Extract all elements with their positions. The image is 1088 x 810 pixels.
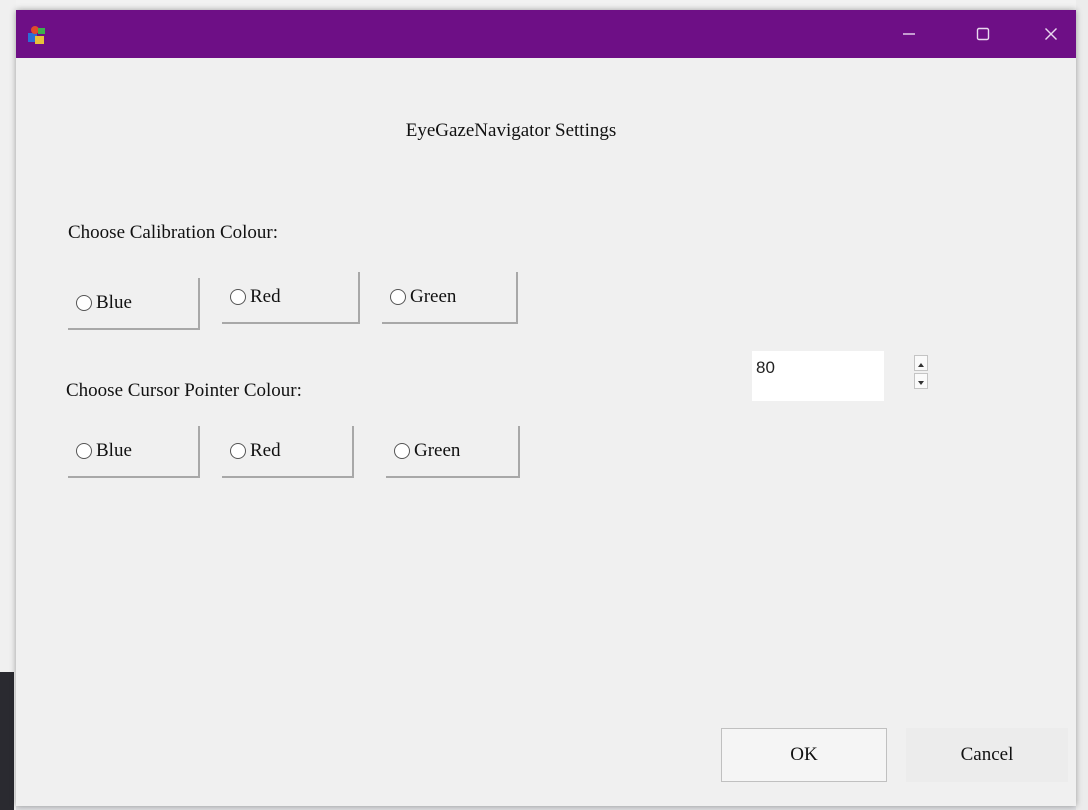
minimize-button[interactable] — [878, 10, 940, 58]
cursor-colour-label: Choose Cursor Pointer Colour: — [66, 380, 302, 401]
dialog-heading: EyeGazeNavigator Settings — [405, 120, 617, 141]
radio-circle-icon — [230, 443, 246, 459]
cursor-blue-radio[interactable]: Blue — [68, 426, 200, 478]
cursor-green-radio[interactable]: Green — [386, 426, 520, 478]
radio-label: Blue — [96, 440, 132, 461]
radio-label: Green — [410, 286, 457, 307]
background-window-edge-right — [1076, 0, 1088, 810]
spin-up-arrow-icon — [918, 354, 924, 372]
radio-circle-icon — [76, 443, 92, 459]
calibration-red-radio[interactable]: Red — [222, 272, 360, 324]
radio-circle-icon — [76, 295, 92, 311]
spinner-down-button[interactable] — [914, 373, 928, 389]
close-button[interactable] — [1020, 10, 1082, 58]
spin-down-arrow-icon — [918, 372, 924, 390]
cancel-button[interactable]: Cancel — [906, 728, 1068, 782]
radio-circle-icon — [230, 289, 246, 305]
cursor-red-radio[interactable]: Red — [222, 426, 354, 478]
maximize-button[interactable] — [952, 10, 1014, 58]
maximize-icon — [976, 27, 990, 41]
radio-label: Blue — [96, 292, 132, 313]
calibration-colour-label: Choose Calibration Colour: — [68, 222, 279, 243]
close-icon — [1044, 27, 1058, 41]
minimize-icon — [902, 27, 916, 41]
calibration-blue-radio[interactable]: Blue — [68, 278, 200, 330]
ok-button[interactable]: OK — [721, 728, 887, 782]
taskbar-edge — [0, 672, 14, 810]
radio-label: Green — [414, 440, 461, 461]
radio-circle-icon — [390, 289, 406, 305]
radio-label: Red — [250, 440, 281, 461]
background-window-edge — [0, 0, 1088, 10]
radio-label: Red — [250, 286, 281, 307]
calibration-green-radio[interactable]: Green — [382, 272, 518, 324]
spinner-up-button[interactable] — [914, 355, 928, 371]
spinner-value: 80 — [756, 358, 775, 377]
radio-circle-icon — [394, 443, 410, 459]
settings-dialog: EyeGazeNavigator Settings Choose Calibra… — [16, 10, 1076, 806]
title-bar[interactable] — [16, 10, 1076, 58]
app-icon — [26, 24, 48, 46]
